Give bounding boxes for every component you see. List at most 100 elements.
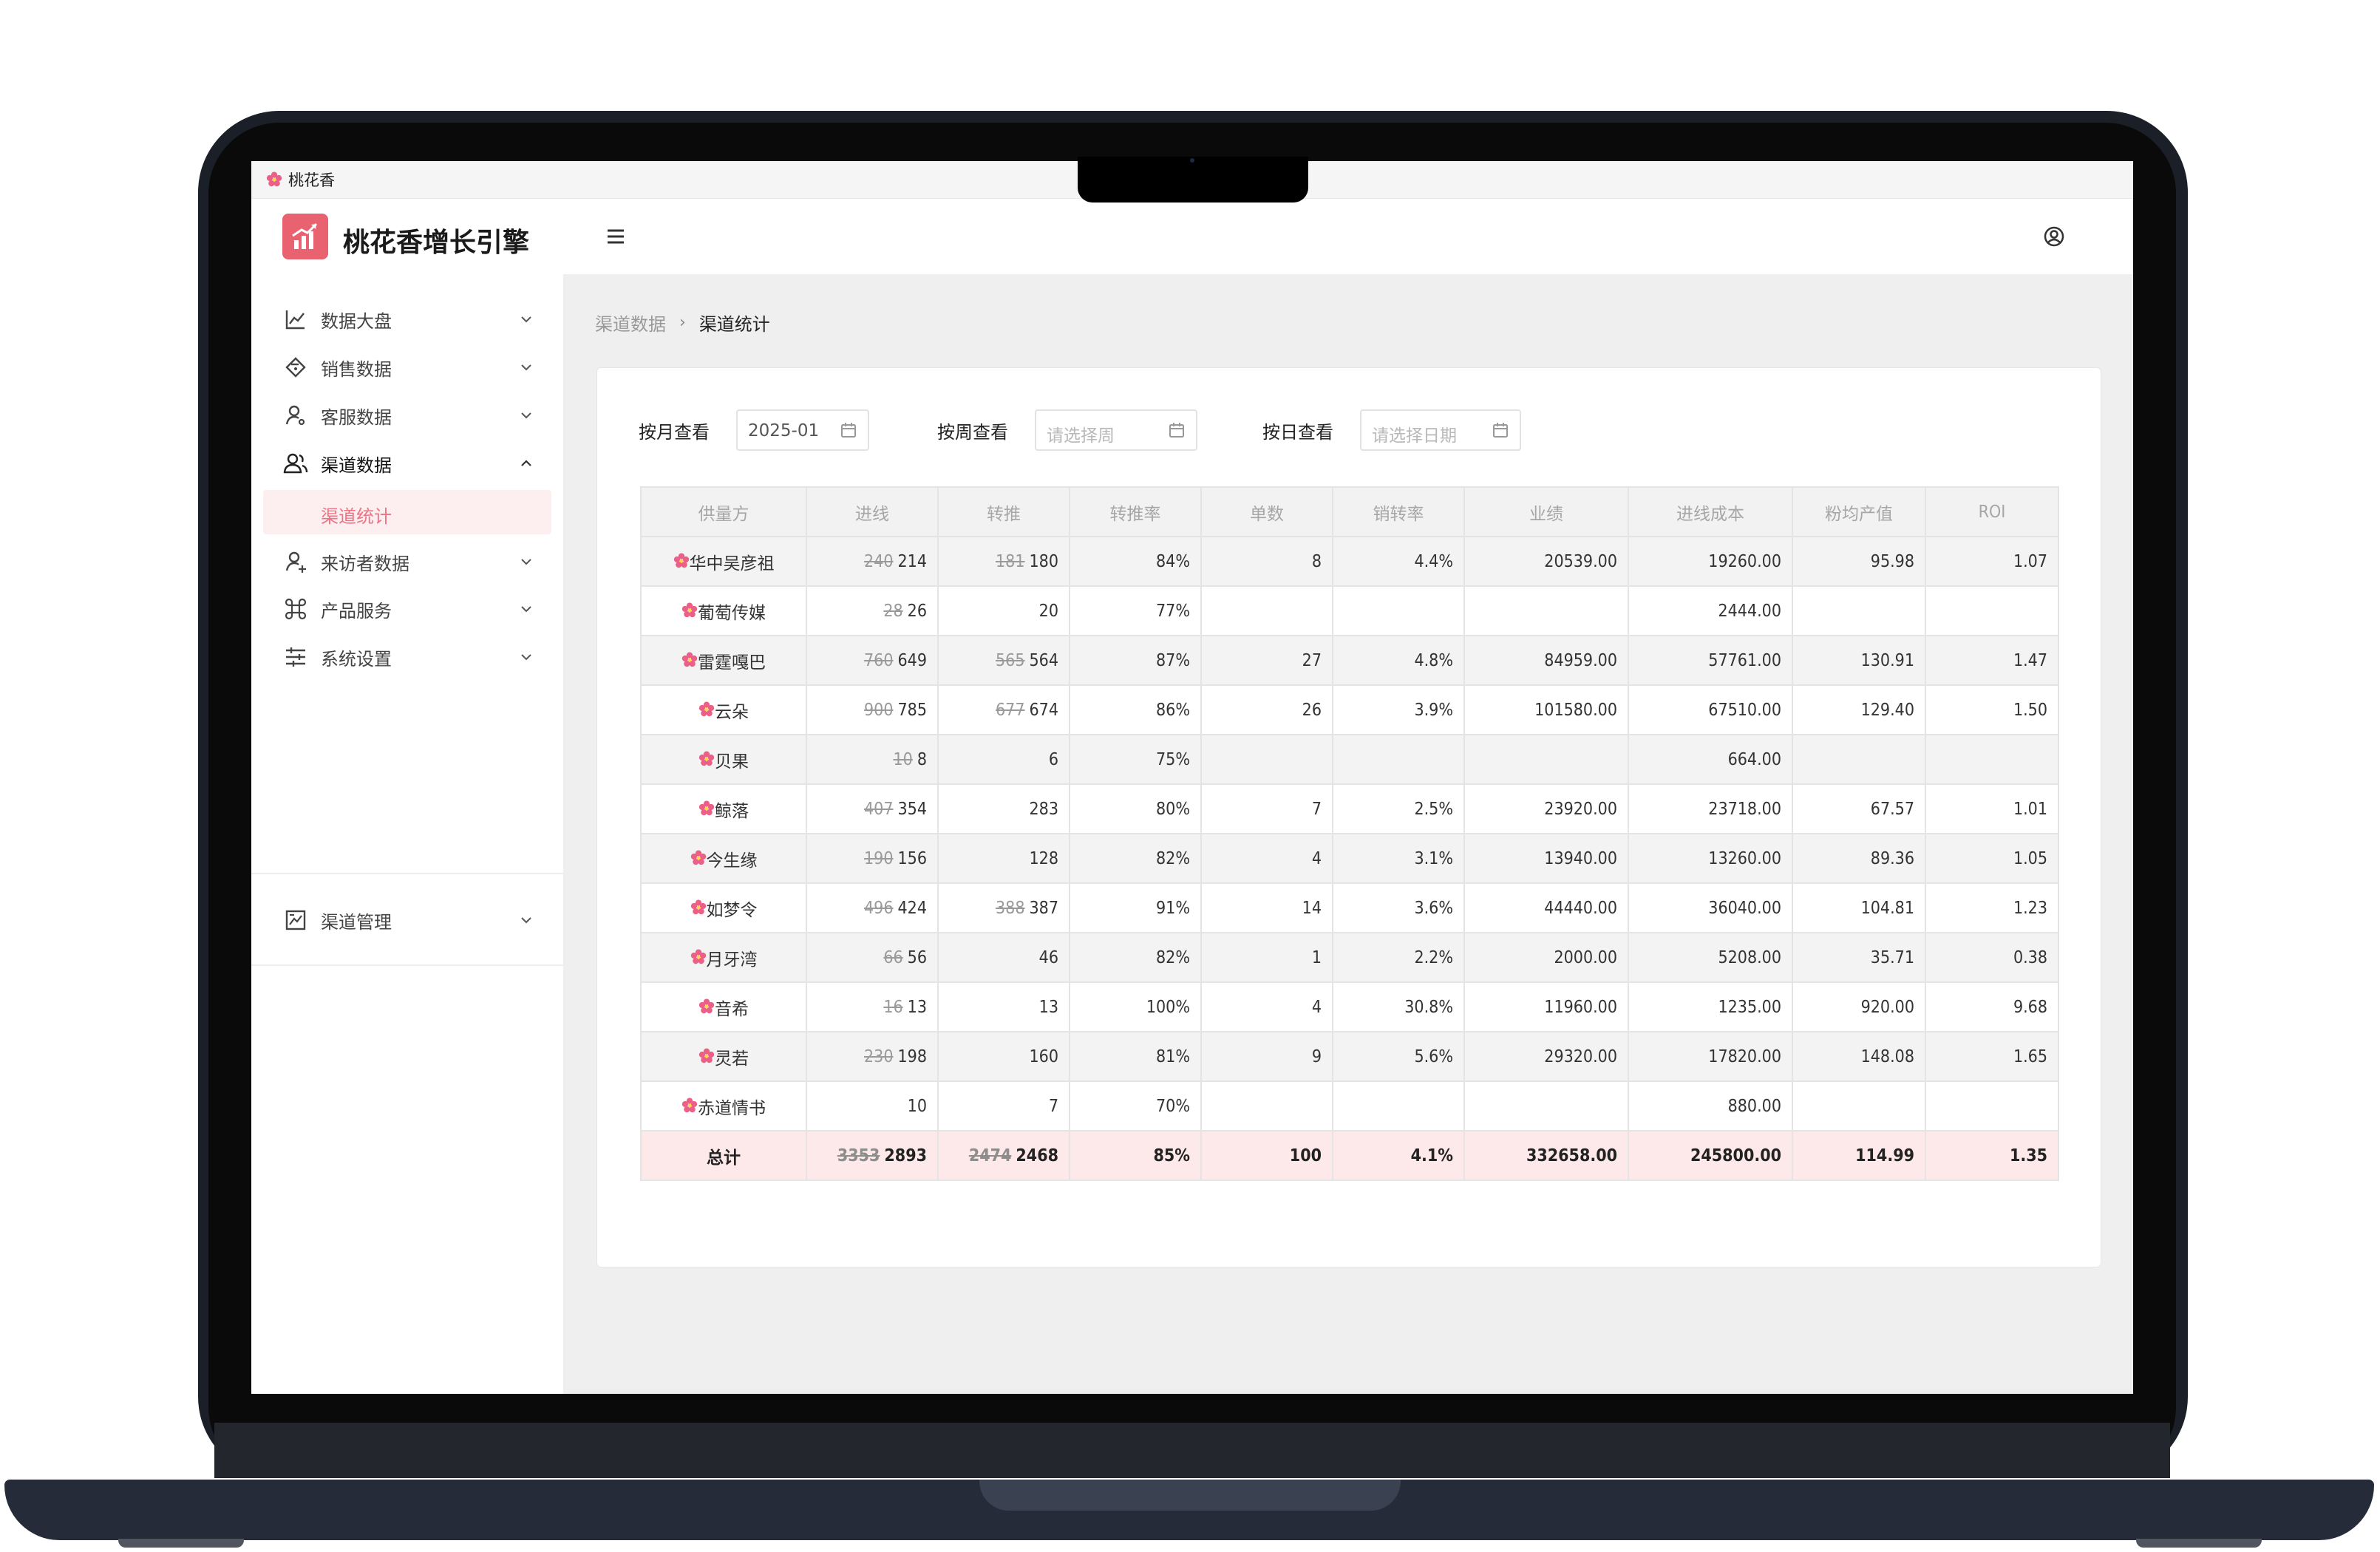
table-cell: 23920.00 [1463, 783, 1629, 834]
current-value: 13 [907, 997, 927, 1017]
peach-blossom-icon [698, 998, 715, 1013]
week-picker[interactable]: 请选择周 [1035, 409, 1197, 451]
table-cell [1332, 585, 1465, 636]
sidebar-divider [251, 964, 563, 966]
table-cell: 2.2% [1332, 932, 1465, 983]
table-cell: 17820.00 [1628, 1031, 1793, 1082]
sidebar-item-system-settings[interactable]: 系统设置 [251, 635, 563, 679]
table-cell: 16 13 [806, 981, 939, 1032]
table-cell: 565 564 [937, 635, 1070, 686]
table-cell: 1.23 [1925, 882, 2059, 933]
sidebar: 数据大盘 销售数据 客服数据 渠道数据 渠道统计 来访者数据 产品服务 系统设置… [251, 274, 564, 1394]
supplier-cell: 鲸落 [640, 783, 807, 834]
table-cell: 1.50 [1925, 684, 2059, 735]
table-row: 灵若 230 198 160 81% 9 5.6% 29320.00 17820.00 148.0… [640, 1031, 2059, 1082]
channel-stats-table: 供量方 进线 转推 转推率 单数 销转率 业绩 进线成本 粉均产值 ROI 华中… [640, 486, 2059, 1181]
chevron-right-icon: › [679, 313, 686, 332]
sidebar-item-label: 销售数据 [321, 358, 392, 380]
current-value: 424 [897, 898, 928, 918]
sidebar-item-visitor-data[interactable]: 来访者数据 [251, 540, 563, 584]
sidebar-item-label: 渠道管理 [321, 911, 392, 933]
sidebar-item-label: 系统设置 [321, 648, 392, 670]
current-value: 156 [897, 848, 928, 868]
previous-value: 240 [864, 551, 894, 571]
sidebar-item-customer-service[interactable]: 客服数据 [251, 393, 563, 438]
month-picker[interactable]: 2025-01 [736, 409, 869, 451]
table-cell: 75% [1069, 734, 1202, 785]
current-value: 214 [897, 551, 928, 571]
table-cell: 13260.00 [1628, 833, 1793, 884]
supplier-name: 月牙湾 [706, 950, 758, 970]
week-filter-label: 按周查看 [937, 421, 1008, 443]
table-cell: 148.08 [1792, 1031, 1926, 1082]
day-picker[interactable]: 请选择日期 [1360, 409, 1521, 451]
sidebar-item-label: 产品服务 [321, 600, 392, 622]
table-cell: 2000.00 [1463, 932, 1629, 983]
current-value: 6 [1048, 749, 1058, 769]
table-cell: 7 [937, 1080, 1070, 1131]
breadcrumb-parent[interactable]: 渠道数据 [595, 310, 666, 336]
table-cell: 77% [1069, 585, 1202, 636]
visitor-icon [282, 548, 309, 575]
table-cell: 7 [1200, 783, 1333, 834]
supplier-cell: 月牙湾 [640, 932, 807, 983]
screen: 桃花香 桃花香增长引擎 数据大盘 销售数据 客服数据 渠道数据 渠道统计 来访者… [251, 161, 2133, 1394]
sidebar-item-channel-data[interactable]: 渠道数据 [251, 441, 563, 486]
stock-icon [282, 907, 309, 933]
table-cell [1925, 734, 2059, 785]
chevron-down-icon [519, 408, 534, 423]
browser-tab[interactable]: 桃花香 [266, 169, 335, 191]
table-cell: 13 [937, 981, 1070, 1032]
previous-value: 677 [996, 700, 1025, 720]
column-header: 转推率 [1069, 486, 1202, 537]
table-cell: 28 26 [806, 585, 939, 636]
table-cell: 27 [1200, 635, 1333, 686]
laptop-base-notch [979, 1480, 1401, 1511]
table-cell: 230 198 [806, 1031, 939, 1082]
current-value: 20 [1038, 601, 1058, 621]
table-cell: 1.07 [1925, 536, 2059, 587]
table-row: 赤道情书 10 7 70% 880.00 [640, 1080, 2059, 1131]
table-row: 鲸落 407 354 283 80% 7 2.5% 23920.00 23718.00 67.57… [640, 783, 2059, 834]
sidebar-subitem-channel-stats[interactable]: 渠道统计 [263, 490, 551, 534]
app-title: 桃花香增长引擎 [343, 228, 530, 258]
supplier-name: 云朵 [715, 702, 749, 722]
sidebar-item-dashboard[interactable]: 数据大盘 [251, 297, 563, 341]
user-avatar-icon[interactable] [2043, 225, 2065, 248]
current-value: 26 [907, 601, 927, 621]
current-value: 46 [1038, 947, 1058, 967]
table-cell: 245800.00 [1628, 1130, 1793, 1181]
peach-blossom-icon [266, 171, 282, 187]
supplier-name: 雷霆嘎巴 [698, 653, 766, 673]
sidebar-item-products[interactable]: 产品服务 [251, 587, 563, 631]
table-cell: 10 8 [806, 734, 939, 785]
calendar-icon [841, 423, 856, 438]
table-cell: 6 [937, 734, 1070, 785]
table-cell: 0.38 [1925, 932, 2059, 983]
table-cell: 26 [1200, 684, 1333, 735]
table-cell [1463, 585, 1629, 636]
main-content: 渠道数据 › 渠道统计 按月查看 2025-01 按周查看 请选择周 按日查看 [564, 274, 2133, 1394]
column-header: ROI [1925, 486, 2059, 537]
supplier-name: 葡萄传媒 [698, 603, 766, 623]
sidebar-item-channel-management[interactable]: 渠道管理 [251, 898, 563, 942]
sidebar-item-sales[interactable]: 销售数据 [251, 345, 563, 389]
table-cell: 1235.00 [1628, 981, 1793, 1032]
stats-card: 按月查看 2025-01 按周查看 请选择周 按日查看 请选择日期 供量方 进线… [596, 367, 2101, 1267]
supplier-cell: 雷霆嘎巴 [640, 635, 807, 686]
current-value: 13 [1038, 997, 1058, 1017]
current-value: 2893 [884, 1146, 927, 1165]
peach-blossom-icon [698, 800, 715, 815]
previous-value: 16 [883, 997, 903, 1017]
table-cell: 3.6% [1332, 882, 1465, 933]
table-cell: 677 674 [937, 684, 1070, 735]
column-header: 粉均产值 [1792, 486, 1926, 537]
previous-value: 181 [996, 551, 1025, 571]
menu-toggle-icon[interactable] [605, 225, 627, 248]
previous-value: 66 [883, 947, 903, 967]
chevron-down-icon [519, 602, 534, 616]
supplier-cell: 赤道情书 [640, 1080, 807, 1131]
supplier-name: 贝果 [715, 752, 749, 772]
table-row: 云朵 900 785 677 674 86% 26 3.9% 101580.00 67510.00… [640, 684, 2059, 735]
table-cell: 81% [1069, 1031, 1202, 1082]
